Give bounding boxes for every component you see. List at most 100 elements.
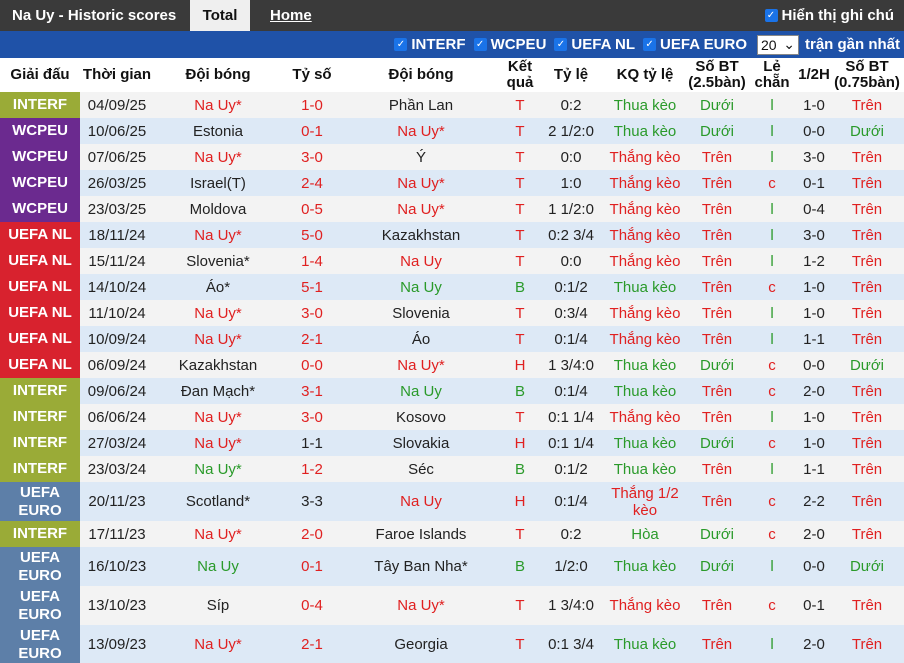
- score-cell[interactable]: 1-0: [282, 92, 342, 118]
- home-team-cell[interactable]: Na Uy*: [154, 404, 282, 430]
- away-team-cell[interactable]: Slovakia: [342, 430, 500, 456]
- checkbox-checked-icon[interactable]: ✓: [554, 38, 568, 51]
- league-cell[interactable]: UEFA NL: [0, 248, 80, 274]
- show-notes-toggle[interactable]: ✓ Hiển thị ghi chú: [764, 7, 894, 24]
- away-team-cell[interactable]: Na Uy*: [342, 196, 500, 222]
- away-team-cell[interactable]: Slovenia: [342, 300, 500, 326]
- league-cell[interactable]: INTERF: [0, 92, 80, 118]
- result-cell: T: [500, 170, 540, 196]
- away-team-cell[interactable]: Na Uy*: [342, 352, 500, 378]
- home-team-cell[interactable]: Moldova: [154, 196, 282, 222]
- away-team-cell[interactable]: Na Uy: [342, 274, 500, 300]
- filter-uefa-euro[interactable]: ✓ UEFA EURO: [643, 36, 747, 53]
- away-team-cell[interactable]: Faroe Islands: [342, 521, 500, 547]
- away-team-cell[interactable]: Séc: [342, 456, 500, 482]
- league-cell[interactable]: INTERF: [0, 456, 80, 482]
- away-team-cell[interactable]: Ý: [342, 144, 500, 170]
- league-cell[interactable]: UEFA EURO: [0, 586, 80, 625]
- home-team-cell[interactable]: Israel(T): [154, 170, 282, 196]
- home-team-cell[interactable]: Na Uy*: [154, 430, 282, 456]
- league-cell[interactable]: WCPEU: [0, 196, 80, 222]
- away-team-cell[interactable]: Kosovo: [342, 404, 500, 430]
- filter-interf[interactable]: ✓ INTERF: [394, 36, 466, 53]
- home-team-cell[interactable]: Đan Mạch*: [154, 378, 282, 404]
- league-cell[interactable]: INTERF: [0, 430, 80, 456]
- filter-uefa-nl[interactable]: ✓ UEFA NL: [554, 36, 635, 53]
- score-cell[interactable]: 5-1: [282, 274, 342, 300]
- score-cell[interactable]: 0-5: [282, 196, 342, 222]
- score-cell[interactable]: 3-0: [282, 300, 342, 326]
- away-team-cell[interactable]: Tây Ban Nha*: [342, 547, 500, 586]
- half-time-cell: 0-0: [798, 352, 830, 378]
- league-cell[interactable]: UEFA EURO: [0, 625, 80, 663]
- score-cell[interactable]: 3-3: [282, 482, 342, 521]
- home-team-cell[interactable]: Slovenia*: [154, 248, 282, 274]
- score-cell[interactable]: 2-0: [282, 521, 342, 547]
- home-team-cell[interactable]: Scotland*: [154, 482, 282, 521]
- home-team-cell[interactable]: Estonia: [154, 118, 282, 144]
- away-team-cell[interactable]: Na Uy: [342, 248, 500, 274]
- odds-cell: 1 1/2:0: [540, 196, 602, 222]
- score-cell[interactable]: 3-0: [282, 144, 342, 170]
- top-bar: Na Uy - Historic scores Total Home ✓ Hiể…: [0, 0, 904, 31]
- score-cell[interactable]: 0-0: [282, 352, 342, 378]
- league-cell[interactable]: UEFA NL: [0, 222, 80, 248]
- league-cell[interactable]: WCPEU: [0, 144, 80, 170]
- checkbox-checked-icon[interactable]: ✓: [473, 38, 487, 51]
- score-cell[interactable]: 5-0: [282, 222, 342, 248]
- league-cell[interactable]: INTERF: [0, 378, 80, 404]
- home-team-cell[interactable]: Na Uy*: [154, 326, 282, 352]
- league-cell[interactable]: UEFA NL: [0, 274, 80, 300]
- checkbox-checked-icon[interactable]: ✓: [394, 38, 408, 51]
- home-team-cell[interactable]: Na Uy*: [154, 521, 282, 547]
- away-team-cell[interactable]: Áo: [342, 326, 500, 352]
- score-cell[interactable]: 1-1: [282, 430, 342, 456]
- home-team-cell[interactable]: Na Uy*: [154, 222, 282, 248]
- score-cell[interactable]: 2-1: [282, 625, 342, 663]
- home-team-cell[interactable]: Na Uy: [154, 547, 282, 586]
- league-cell[interactable]: INTERF: [0, 404, 80, 430]
- odd-even-cell: l: [746, 547, 798, 586]
- away-team-cell[interactable]: Kazakhstan: [342, 222, 500, 248]
- tab-home[interactable]: Home: [270, 7, 312, 24]
- league-cell[interactable]: UEFA NL: [0, 300, 80, 326]
- away-team-cell[interactable]: Phần Lan: [342, 92, 500, 118]
- league-cell[interactable]: INTERF: [0, 521, 80, 547]
- league-cell[interactable]: UEFA EURO: [0, 482, 80, 521]
- home-team-cell[interactable]: Na Uy*: [154, 456, 282, 482]
- score-cell[interactable]: 1-4: [282, 248, 342, 274]
- league-cell[interactable]: UEFA NL: [0, 326, 80, 352]
- score-cell[interactable]: 0-4: [282, 586, 342, 625]
- league-cell[interactable]: UEFA NL: [0, 352, 80, 378]
- home-team-cell[interactable]: Áo*: [154, 274, 282, 300]
- score-cell[interactable]: 0-1: [282, 547, 342, 586]
- checkbox-checked-icon[interactable]: ✓: [764, 9, 778, 22]
- match-count-select[interactable]: 20 ⌄: [756, 34, 799, 55]
- checkbox-checked-icon[interactable]: ✓: [643, 38, 657, 51]
- home-team-cell[interactable]: Na Uy*: [154, 625, 282, 663]
- away-team-cell[interactable]: Na Uy*: [342, 586, 500, 625]
- table-row: UEFA NL 11/10/24 Na Uy* 3-0 Slovenia T 0:3/4 Th…: [0, 300, 904, 326]
- away-team-cell[interactable]: Na Uy*: [342, 170, 500, 196]
- away-team-cell[interactable]: Na Uy: [342, 482, 500, 521]
- score-cell[interactable]: 0-1: [282, 118, 342, 144]
- score-cell[interactable]: 2-4: [282, 170, 342, 196]
- home-team-cell[interactable]: Na Uy*: [154, 92, 282, 118]
- home-team-cell[interactable]: Síp: [154, 586, 282, 625]
- score-cell[interactable]: 3-1: [282, 378, 342, 404]
- league-cell[interactable]: WCPEU: [0, 170, 80, 196]
- score-cell[interactable]: 2-1: [282, 326, 342, 352]
- away-team-cell[interactable]: Na Uy*: [342, 118, 500, 144]
- league-cell[interactable]: WCPEU: [0, 118, 80, 144]
- tab-total[interactable]: Total: [190, 0, 250, 31]
- odds-cell: 2 1/2:0: [540, 118, 602, 144]
- league-cell[interactable]: UEFA EURO: [0, 547, 80, 586]
- home-team-cell[interactable]: Na Uy*: [154, 144, 282, 170]
- score-cell[interactable]: 1-2: [282, 456, 342, 482]
- away-team-cell[interactable]: Na Uy: [342, 378, 500, 404]
- home-team-cell[interactable]: Na Uy*: [154, 300, 282, 326]
- away-team-cell[interactable]: Georgia: [342, 625, 500, 663]
- filter-wcpeu[interactable]: ✓ WCPEU: [473, 36, 546, 53]
- score-cell[interactable]: 3-0: [282, 404, 342, 430]
- home-team-cell[interactable]: Kazakhstan: [154, 352, 282, 378]
